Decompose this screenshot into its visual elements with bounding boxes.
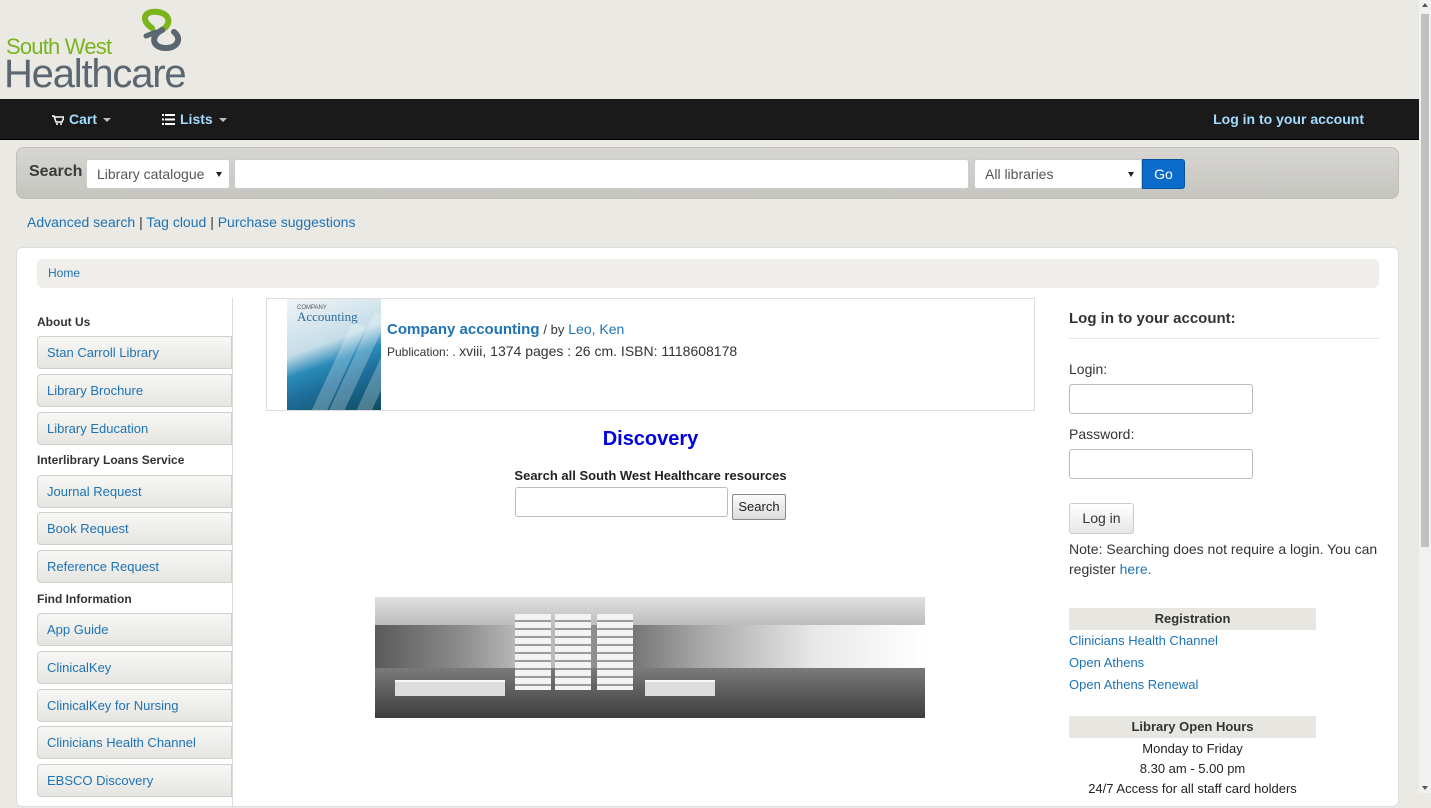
login-note-text: Note: Searching does not require a login…: [1069, 541, 1378, 577]
nav-heading-find: Find Information: [37, 592, 132, 606]
registration-link-open-athens[interactable]: Open Athens: [1069, 655, 1144, 670]
left-navigation: About Us Stan Carroll Library Library Br…: [37, 298, 233, 808]
search-scope-value: Library catalogue: [97, 166, 205, 182]
breadcrumb-home[interactable]: Home: [48, 266, 80, 280]
book-by: / by: [543, 322, 565, 337]
hours-access: 24/7 Access for all staff card holders: [1088, 781, 1297, 796]
scroll-down-icon[interactable]: [1422, 786, 1428, 790]
nav-item-library-brochure[interactable]: Library Brochure: [37, 374, 232, 407]
password-field-label: Password:: [1069, 426, 1135, 442]
search-sublinks: Advanced search | Tag cloud | Purchase s…: [27, 214, 355, 230]
nav-item-clinicians-health-channel[interactable]: Clinicians Health Channel: [37, 726, 232, 759]
search-label: Search: [29, 163, 83, 180]
discovery-label: Search all South West Healthcare resourc…: [514, 468, 787, 483]
go-button[interactable]: Go: [1142, 159, 1185, 189]
registration-heading: Registration: [1069, 608, 1316, 630]
site-logo[interactable]: South West Healthcare: [4, 8, 194, 96]
nav-item-reference-request[interactable]: Reference Request: [37, 550, 232, 583]
nav-heading-about: About Us: [37, 315, 91, 329]
registration-link-open-athens-renewal[interactable]: Open Athens Renewal: [1069, 677, 1198, 692]
site-header: South West Healthcare: [0, 0, 1419, 99]
hours-heading: Library Open Hours: [1069, 716, 1316, 738]
book-title-line: Company accounting / by Leo, Ken: [387, 321, 624, 338]
scroll-up-icon[interactable]: [1422, 3, 1428, 7]
book-author-link[interactable]: Leo, Ken: [568, 321, 624, 337]
list-icon: [162, 114, 175, 125]
chevron-down-icon: [218, 118, 227, 123]
library-photo: [375, 597, 925, 718]
register-here-link[interactable]: here.: [1120, 561, 1152, 577]
separator: |: [210, 214, 214, 230]
nav-item-library-education[interactable]: Library Education: [37, 412, 232, 445]
advanced-search-link[interactable]: Advanced search: [27, 214, 135, 230]
library-select[interactable]: All libraries: [974, 159, 1142, 189]
library-select-value: All libraries: [985, 166, 1054, 182]
book-cover-image[interactable]: COMPANY Accounting: [287, 299, 381, 410]
discovery-search-input[interactable]: [515, 487, 728, 517]
chevron-down-icon: [103, 118, 112, 123]
login-button[interactable]: Log in: [1069, 503, 1134, 534]
cover-title-text: Accounting: [297, 309, 358, 324]
discovery-search-button[interactable]: Search: [732, 494, 786, 520]
purchase-suggestions-link[interactable]: Purchase suggestions: [218, 214, 356, 230]
registration-link-clinicians-health-channel[interactable]: Clinicians Health Channel: [1069, 633, 1218, 648]
nav-item-ebsco-discovery[interactable]: EBSCO Discovery: [37, 764, 232, 797]
cart-icon: [52, 115, 64, 125]
login-link[interactable]: Log in to your account: [1213, 99, 1364, 140]
nav-item-clinicalkey[interactable]: ClinicalKey: [37, 651, 232, 684]
publication-details: xviii, 1374 pages : 26 cm. ISBN: 1118608…: [459, 343, 738, 359]
dropdown-arrow-icon: [1128, 172, 1134, 177]
search-scope-select[interactable]: Library catalogue: [86, 159, 230, 189]
search-bar: Search Library catalogue All libraries G…: [16, 147, 1399, 199]
lists-menu[interactable]: Lists: [162, 99, 227, 140]
book-publication: Publication: . xviii, 1374 pages : 26 cm…: [387, 343, 737, 359]
tag-cloud-link[interactable]: Tag cloud: [146, 214, 206, 230]
publication-label: Publication: .: [387, 345, 456, 359]
password-field[interactable]: [1069, 449, 1253, 479]
nav-item-journal-request[interactable]: Journal Request: [37, 475, 232, 508]
page-scrollbar[interactable]: [1419, 0, 1431, 793]
nav-item-book-request[interactable]: Book Request: [37, 512, 232, 545]
separator: |: [139, 214, 143, 230]
dropdown-arrow-icon: [216, 172, 222, 177]
login-note: Note: Searching does not require a login…: [1069, 539, 1379, 579]
lists-label: Lists: [180, 111, 213, 127]
nav-item-clinicalkey-nursing[interactable]: ClinicalKey for Nursing: [37, 689, 232, 722]
login-field-label: Login:: [1069, 361, 1108, 377]
hours-time: 8.30 am - 5.00 pm: [1139, 761, 1246, 776]
book-title-link[interactable]: Company accounting: [387, 321, 540, 338]
featured-book-card: COMPANY Accounting Company accounting / …: [266, 298, 1035, 411]
cart-label: Cart: [69, 111, 98, 127]
logo-mark-icon: [141, 8, 182, 52]
discovery-heading: Discovery: [602, 428, 699, 450]
nav-item-stan-carroll-library[interactable]: Stan Carroll Library: [37, 336, 232, 369]
login-box-title: Log in to your account:: [1069, 310, 1236, 327]
main-panel: Home About Us Stan Carroll Library Libra…: [16, 247, 1399, 808]
scroll-thumb[interactable]: [1421, 14, 1429, 547]
divider: [1069, 338, 1379, 339]
breadcrumb: Home: [37, 259, 1379, 288]
hours-days: Monday to Friday: [1142, 741, 1243, 756]
nav-item-app-guide[interactable]: App Guide: [37, 613, 232, 646]
cart-menu[interactable]: Cart: [52, 99, 112, 140]
login-field[interactable]: [1069, 384, 1253, 414]
logo-line2: Healthcare: [4, 52, 187, 96]
search-input[interactable]: [234, 159, 969, 189]
nav-heading-ill: Interlibrary Loans Service: [37, 453, 185, 467]
top-navbar: Cart Lists Log in to your account: [0, 99, 1419, 140]
